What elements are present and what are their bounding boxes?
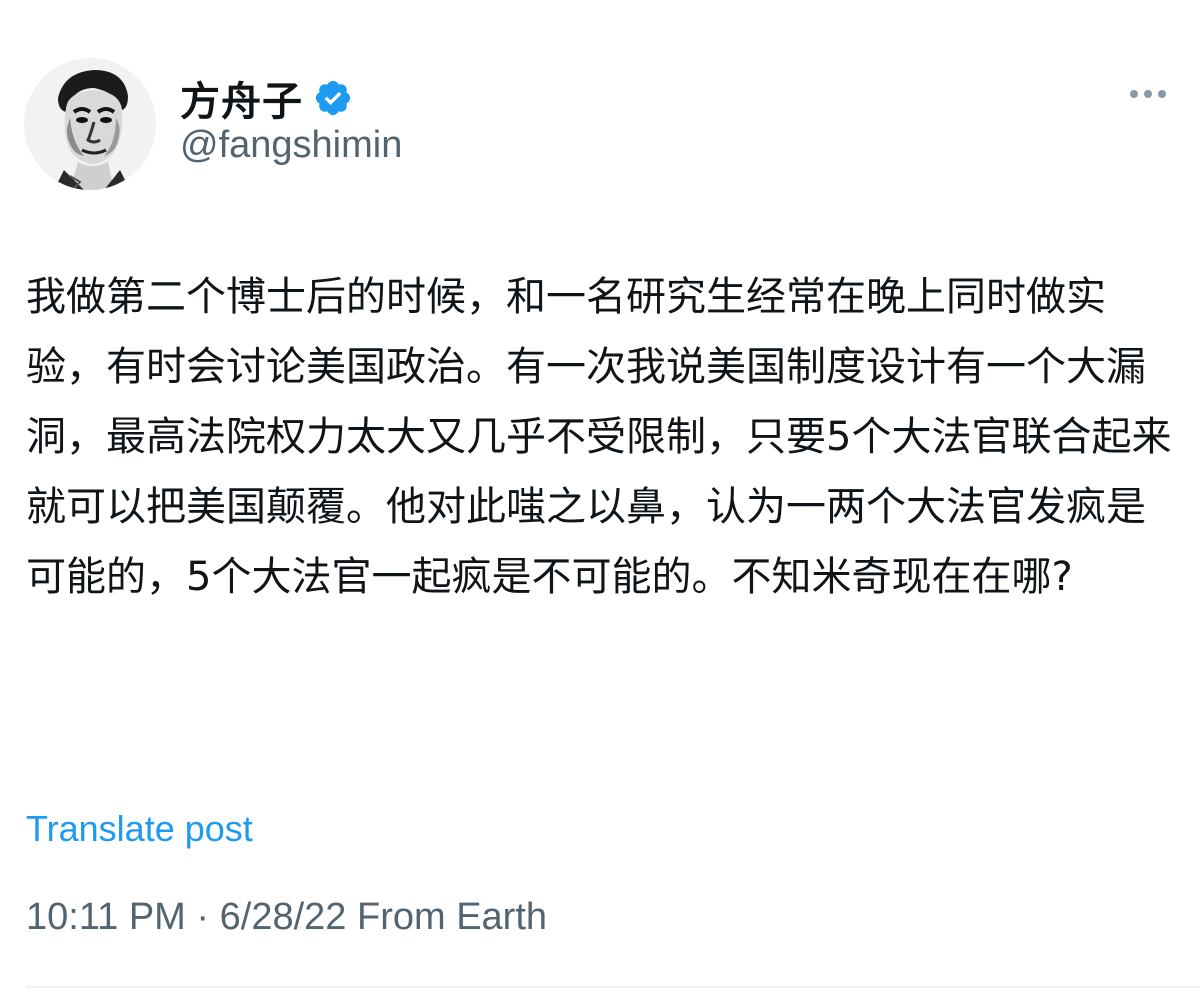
post-time[interactable]: 10:11 PM: [26, 896, 186, 938]
post-text: 我做第二个博士后的时候，和一名研究生经常在晚上同时做实验，有时会讨论美国政治。有…: [26, 274, 1172, 600]
post-source: From Earth: [346, 896, 548, 938]
more-options-button[interactable]: [1126, 80, 1170, 108]
display-name[interactable]: 方舟子: [180, 69, 303, 127]
more-horizontal-icon: [1130, 90, 1166, 98]
divider: [26, 986, 1200, 988]
translate-post-link[interactable]: Translate post: [26, 808, 253, 850]
meta-separator: ·: [185, 896, 220, 938]
avatar-photo: [24, 58, 156, 190]
verified-badge-icon[interactable]: [313, 78, 353, 118]
author-handle[interactable]: @fangshimin: [180, 124, 402, 167]
avatar[interactable]: [24, 58, 156, 190]
post-date[interactable]: 6/28/22: [220, 896, 347, 938]
author-name-row[interactable]: 方舟子: [180, 70, 353, 126]
tweet-card: 方舟子 @fangshimin 我做第二个博士后的时候，和一名研究生经常在晚上同…: [0, 0, 1200, 995]
post-meta: 10:11 PM · 6/28/22 From Earth: [26, 896, 547, 939]
